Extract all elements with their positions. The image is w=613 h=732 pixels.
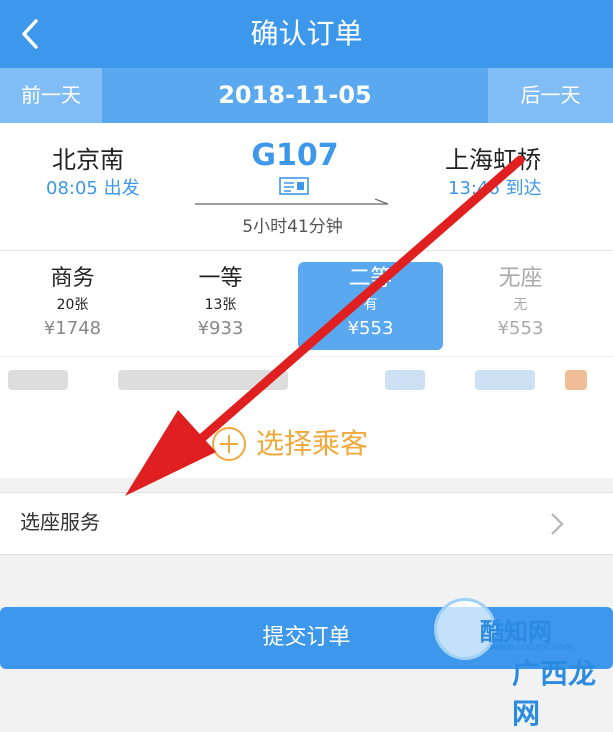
seat-option-standing[interactable]: 无座 无 ¥553 — [448, 262, 593, 350]
plus-circle-icon[interactable] — [211, 426, 247, 462]
seat-count: 无 — [513, 297, 528, 313]
prev-day-button[interactable]: 前一天 — [0, 68, 102, 123]
add-passenger-label[interactable]: 选择乘客 — [256, 422, 368, 466]
seat-price: ¥1748 — [43, 318, 102, 339]
trip-duration: 5小时41分钟 — [242, 217, 343, 237]
seat-option-business[interactable]: 商务 20张 ¥1748 — [0, 262, 145, 350]
train-number: G107 — [251, 138, 339, 173]
ticket-icon[interactable] — [279, 177, 309, 195]
seat-service-label: 选座服务 — [20, 510, 100, 534]
travel-date[interactable]: 2018-11-05 — [102, 68, 488, 123]
arrival-station: 上海虹桥 — [445, 146, 541, 174]
arrival-time: 13:46 到达 — [448, 178, 542, 199]
seat-count: 20张 — [56, 297, 89, 313]
blurred-text — [8, 370, 68, 390]
next-day-button[interactable]: 后一天 — [488, 68, 613, 123]
seat-name: 一等 — [198, 266, 243, 291]
blurred-text — [385, 370, 425, 390]
seat-name: 二等 — [348, 266, 393, 291]
seat-price: ¥553 — [347, 318, 394, 339]
seat-count: 有 — [363, 297, 378, 313]
blurred-text — [475, 370, 535, 390]
seat-name: 商务 — [50, 266, 95, 291]
departure-time: 08:05 出发 — [46, 178, 140, 199]
blurred-text — [565, 370, 587, 390]
chevron-right-icon — [551, 513, 564, 535]
seat-name: 无座 — [498, 266, 543, 291]
seat-option-first[interactable]: 一等 13张 ¥933 — [148, 262, 293, 350]
seat-count: 13张 — [204, 297, 237, 313]
page-title: 确认订单 — [250, 17, 363, 50]
seat-option-second[interactable]: 二等 有 ¥553 — [298, 262, 443, 350]
seat-price: ¥933 — [197, 318, 244, 339]
route-arrow-icon — [195, 198, 389, 205]
seat-price: ¥553 — [497, 318, 544, 339]
blurred-text — [118, 370, 288, 390]
departure-station: 北京南 — [52, 146, 124, 174]
watermark-text-secondary: 广西龙网 — [512, 657, 597, 730]
